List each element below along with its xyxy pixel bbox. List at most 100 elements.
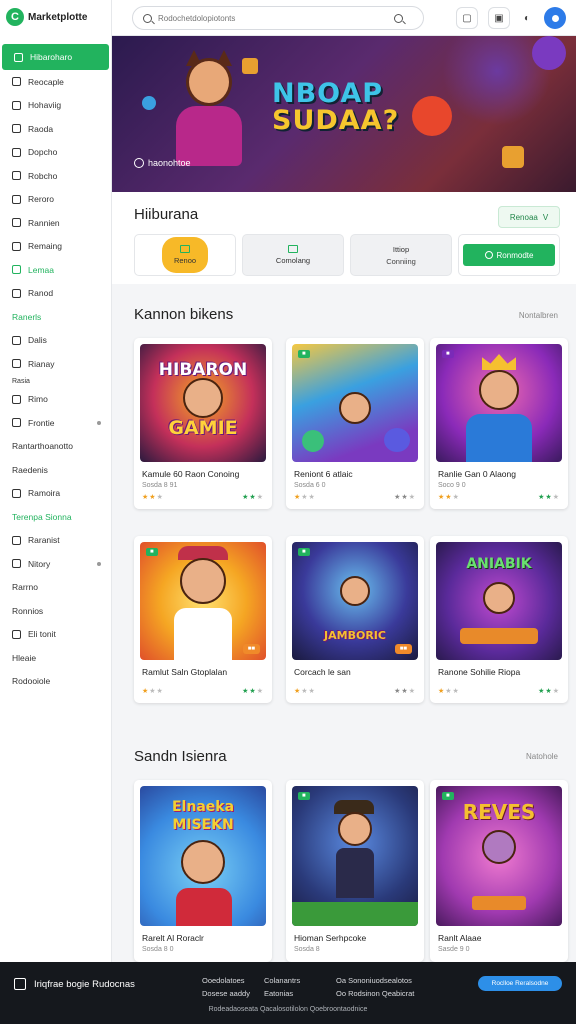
- thumbnail-banner: [472, 896, 526, 910]
- sidebar-item-label: Reocaple: [28, 76, 64, 87]
- sidebar-item-26[interactable]: Hleaie: [0, 646, 111, 670]
- footer-link[interactable]: Colanantrs: [264, 974, 300, 987]
- sidebar-item-1[interactable]: Reocaple: [0, 70, 111, 94]
- sidebar-item-5[interactable]: Robcho: [0, 164, 111, 188]
- tab-0[interactable]: Renoo: [134, 234, 236, 276]
- sidebar-item-3[interactable]: Raoda: [0, 117, 111, 141]
- hero-title: NBOAP SUDAA?: [272, 80, 399, 134]
- sidebar-item-7[interactable]: Rannien: [0, 211, 111, 235]
- star-rating-icon: ★★★: [294, 688, 316, 695]
- thumbnail-title: JAMBORIC: [324, 629, 386, 642]
- character-face: [180, 558, 226, 604]
- sidebar-item-15[interactable]: Rimo: [0, 388, 111, 412]
- card-rating-row: ★★★ ★★★: [430, 677, 568, 703]
- search-submit-icon[interactable]: [394, 13, 403, 23]
- rating-icon: ★★★: [394, 494, 416, 501]
- user-avatar[interactable]: [544, 7, 566, 29]
- hero-banner[interactable]: NBOAP SUDAA? haonohtoe: [112, 36, 576, 192]
- search-icon[interactable]: [143, 13, 152, 23]
- sidebar-item-22[interactable]: Nitory: [0, 552, 111, 576]
- footer-link[interactable]: Oo Rodsinon Qeabicrat: [336, 987, 414, 1000]
- sidebar-item-24[interactable]: Ronnios: [0, 599, 111, 623]
- sidebar-item-label: Remaing: [28, 241, 63, 252]
- footer-link[interactable]: Dosese aaddy: [202, 987, 250, 1000]
- card-title: Ramlut Saln Gtoplalan: [142, 667, 228, 677]
- sidebar-item-17[interactable]: Rantarthoanotto: [0, 435, 111, 459]
- sidebar-item-21[interactable]: Raranist: [0, 529, 111, 553]
- sidebar-item-25[interactable]: Eli tonit: [0, 623, 111, 647]
- sidebar-item-4[interactable]: Dopcho: [0, 141, 111, 165]
- sidebar-item-label: Hibaroharo: [30, 52, 73, 62]
- game-card[interactable]: ■ Ranlie Gan 0 Alaong Soco 9 0 ★★★ ★★★: [430, 338, 568, 509]
- sidebar-item-label: Ronnios: [12, 605, 44, 616]
- hero-gem: [142, 96, 156, 110]
- play-icon: [134, 158, 144, 168]
- footer-link[interactable]: Ooedolatoes: [202, 974, 250, 987]
- sidebar-item-14[interactable]: Rasia: [0, 376, 111, 388]
- sidebar-item-0[interactable]: Hibaroharo: [2, 44, 109, 70]
- game-card[interactable]: Elnaeka MISEKN Rarelt Al Roraclr Sosda 8…: [134, 780, 272, 962]
- game-card[interactable]: ■ ■■ Ramlut Saln Gtoplalan ★★★ ★★★: [134, 536, 272, 703]
- sidebar-item-label: Rianay: [28, 358, 55, 369]
- card-subtitle: Sasde 9 0: [438, 946, 470, 953]
- tab-3[interactable]: Ronmodte: [458, 234, 560, 276]
- card-title: Hioman Serhpcoke: [294, 933, 367, 943]
- brand[interactable]: C Marketplotte: [0, 0, 111, 34]
- sidebar-item-19[interactable]: Ramoira: [0, 482, 111, 506]
- game-card[interactable]: ■ JAMBORIC ■■ Corcach le san ★★★ ★★★: [286, 536, 424, 703]
- tab-label: Comolang: [275, 256, 311, 265]
- sidebar-item-11[interactable]: Ranerls: [0, 305, 111, 329]
- sidebar-item-13[interactable]: Rianay: [0, 352, 111, 376]
- sidebar-item-23[interactable]: Rarrno: [0, 576, 111, 600]
- section-more-link[interactable]: Nontalbren: [519, 311, 558, 320]
- settings-button[interactable]: ◐: [516, 7, 538, 29]
- card-subtitle: Sosda 8 0: [142, 946, 174, 953]
- footer-cta-button[interactable]: Roclloe Reralsodne: [478, 976, 562, 991]
- footer-brand[interactable]: Iriqfrae bogie Rudocnas: [14, 978, 135, 990]
- filter-dropdown[interactable]: Renoaa V: [498, 206, 560, 228]
- sidebar-item-2[interactable]: Hohaviig: [0, 94, 111, 118]
- book-icon: [12, 418, 21, 428]
- messages-button[interactable]: ▣: [488, 7, 510, 29]
- card-rating-row: ★★★ ★★★: [134, 489, 272, 509]
- tab-1[interactable]: Comolang: [242, 234, 344, 276]
- game-card[interactable]: HIBARON GAMIE Kamule 60 Raon Conoing Sos…: [134, 338, 272, 509]
- sidebar-item-27[interactable]: Rodooiole: [0, 670, 111, 694]
- section-more-link[interactable]: Natohole: [526, 752, 558, 761]
- people-icon: [12, 147, 21, 157]
- notification-button[interactable]: ▢: [456, 7, 478, 29]
- sidebar-item-10[interactable]: Ranod: [0, 282, 111, 306]
- sidebar-item-12[interactable]: Dalis: [0, 329, 111, 353]
- footer-link[interactable]: Eatonias: [264, 987, 300, 1000]
- game-card[interactable]: ■ Reniont 6 atlaic Sosda 6 0 ★★★ ★★★: [286, 338, 424, 509]
- home-icon: [14, 978, 26, 990]
- game-card[interactable]: ■ REVES Ranlt Alaae Sasde 9 0: [430, 780, 568, 962]
- sidebar-item-18[interactable]: Raedenis: [0, 458, 111, 482]
- thumbnail-badge: ■■: [242, 644, 260, 654]
- footer-link[interactable]: Oa Sononiuodsealotos: [336, 974, 414, 987]
- sidebar-item-label: Eli tonit: [28, 629, 56, 640]
- sidebar-item-6[interactable]: Reroro: [0, 188, 111, 212]
- sidebar-item-16[interactable]: Frontie: [0, 411, 111, 435]
- game-card[interactable]: ■ Hioman Serhpcoke Sosda 8: [286, 780, 424, 962]
- search-input[interactable]: [158, 13, 388, 23]
- star-rating-icon: ★★★: [142, 688, 164, 695]
- character-face: [482, 830, 516, 864]
- flag-icon: [12, 629, 21, 639]
- sidebar-item-20[interactable]: Terenpa Sionna: [0, 505, 111, 529]
- sidebar-item-label: Rasia: [12, 378, 30, 385]
- card-subtitle: Sosda 8: [294, 946, 320, 953]
- chart-icon: [12, 171, 21, 181]
- sidebar-item-8[interactable]: Remaing: [0, 235, 111, 259]
- game-card[interactable]: ANIABIK Ranone Sohilie Riopa ★★★ ★★★: [430, 536, 568, 703]
- tab-2[interactable]: Ittiop Conniing: [350, 234, 452, 276]
- sidebar-item-label: Ranerls: [12, 311, 42, 322]
- sidebar-item-label: Ranod: [28, 288, 54, 299]
- tab-cta-button[interactable]: Ronmodte: [463, 244, 555, 266]
- game-thumbnail: ■ JAMBORIC ■■: [292, 542, 418, 660]
- thumbnail-creature: [384, 428, 410, 452]
- sidebar-item-9[interactable]: Lemaa: [0, 258, 111, 282]
- card-title: Ranlie Gan 0 Alaong: [438, 469, 516, 479]
- sidebar-nav: Hibaroharo Reocaple Hohaviig Raoda Dopch…: [0, 34, 111, 693]
- search-box[interactable]: [132, 6, 424, 30]
